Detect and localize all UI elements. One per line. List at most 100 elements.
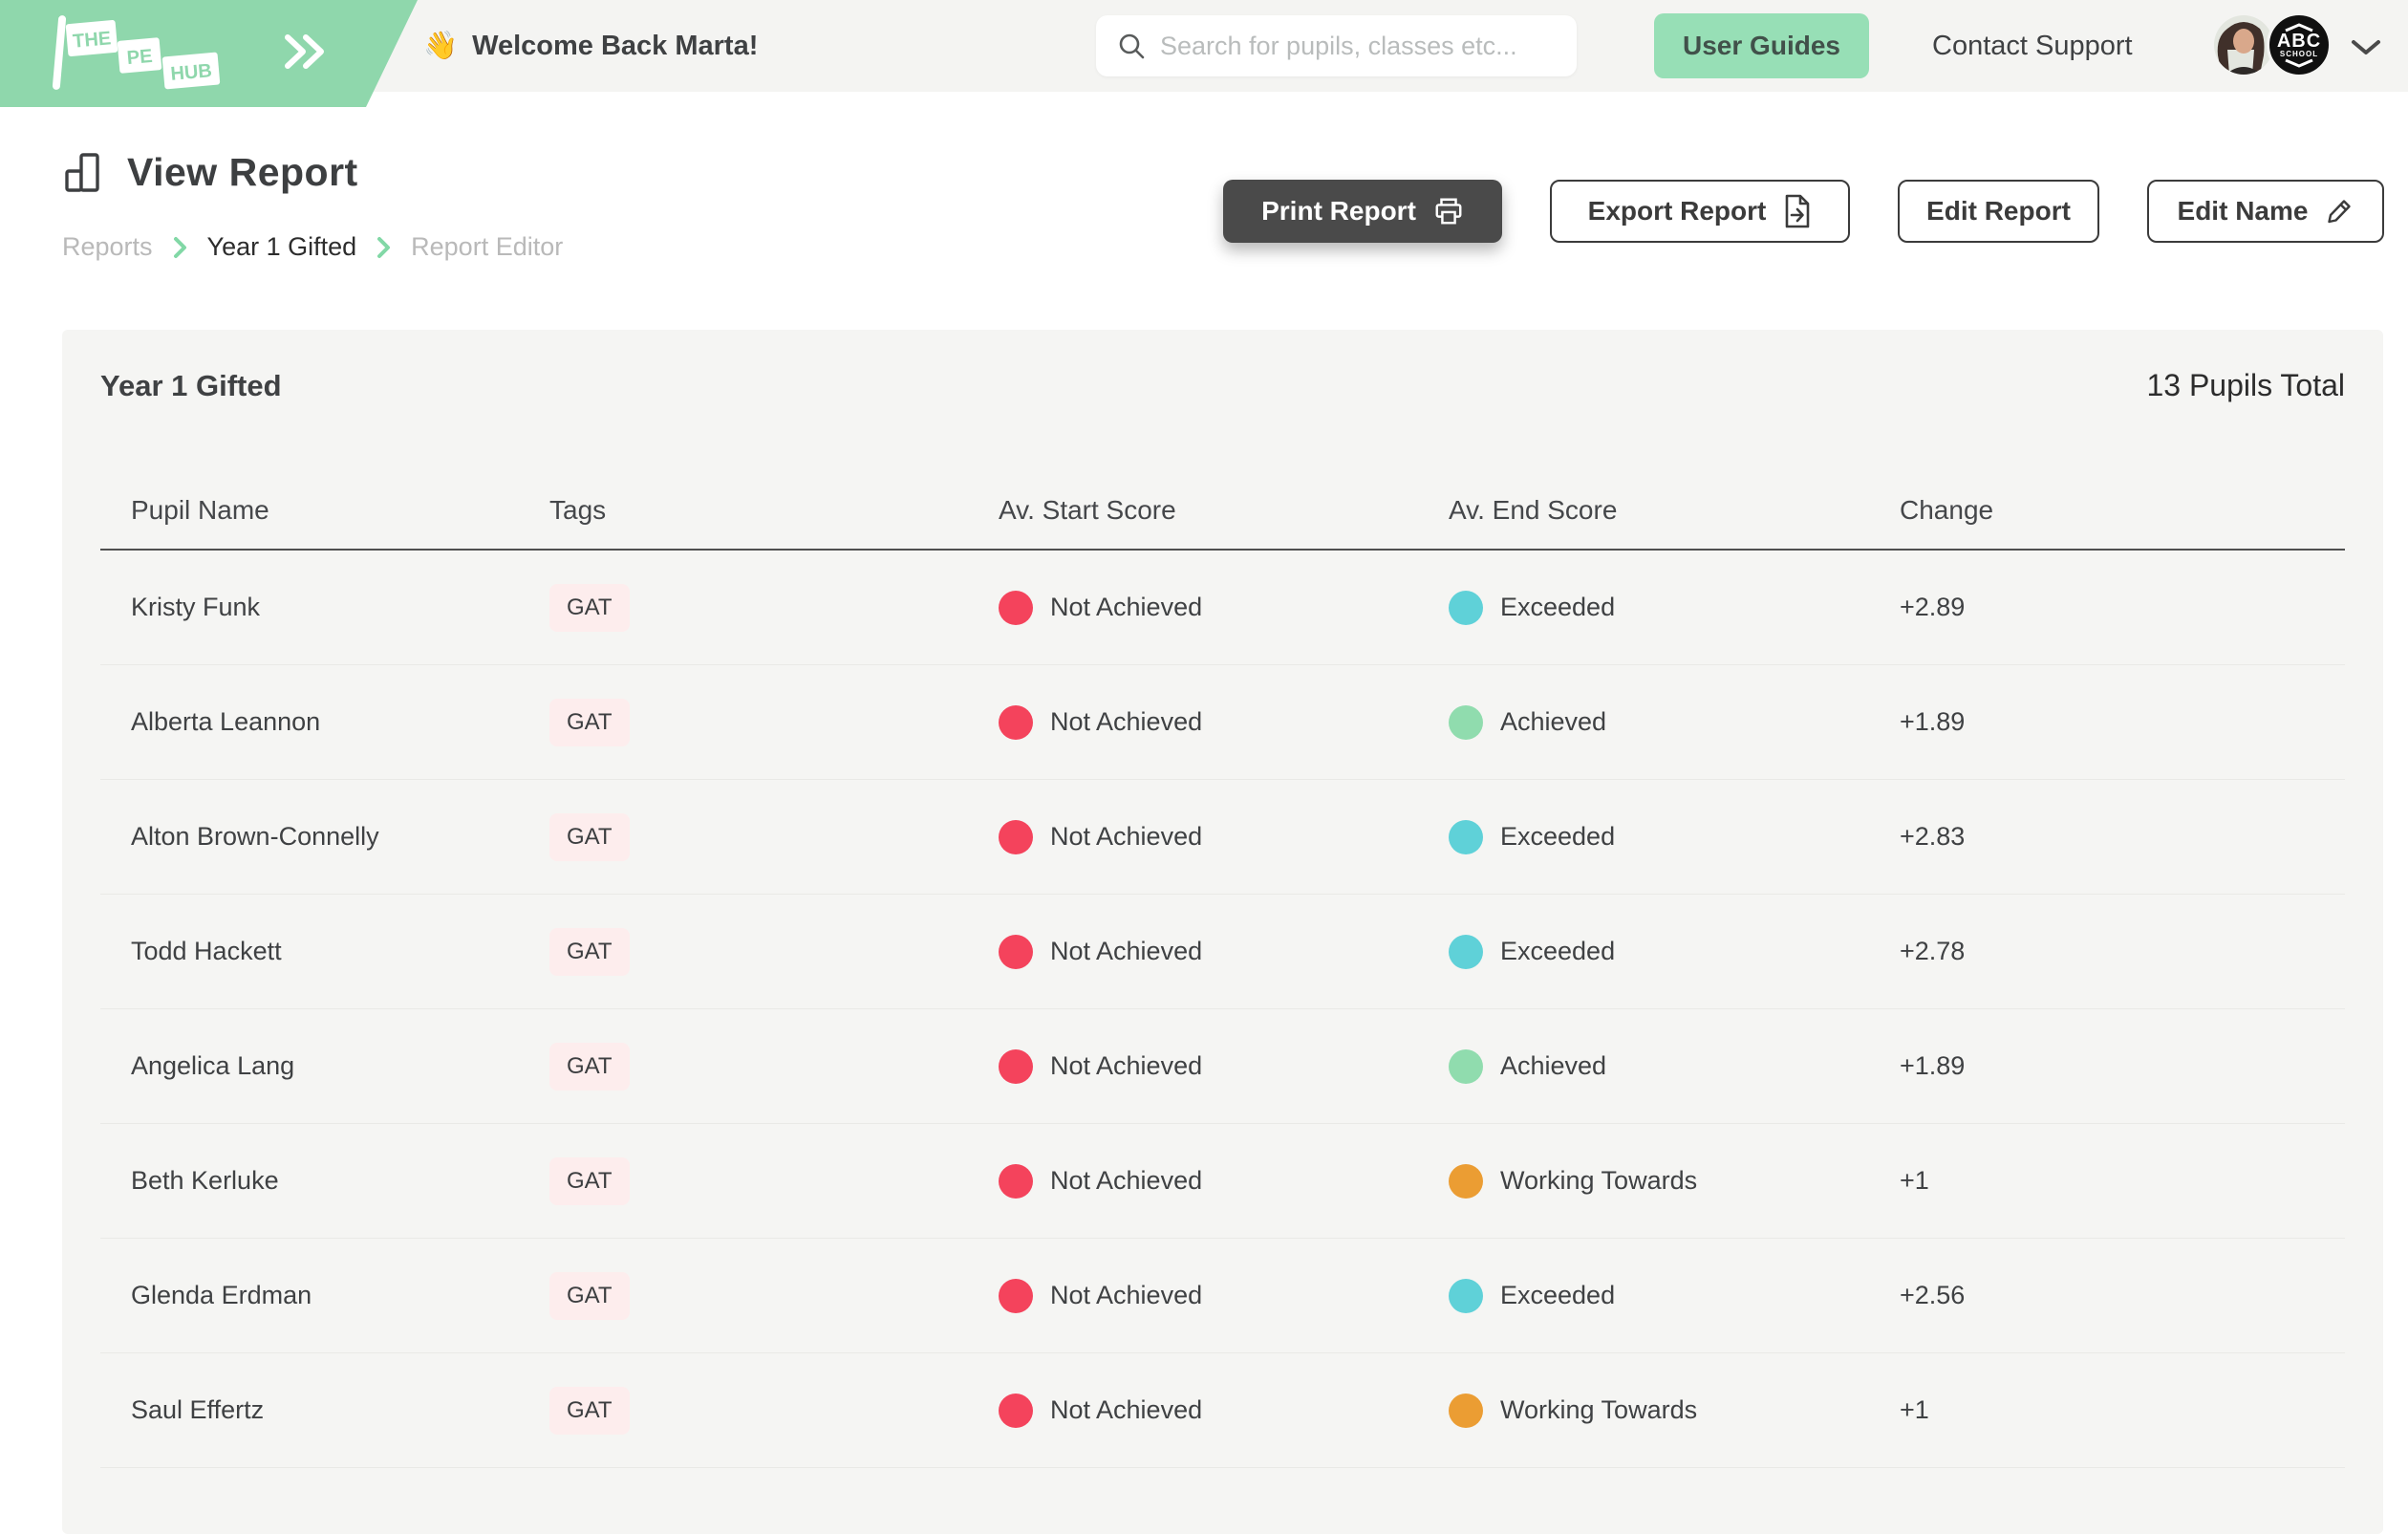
change-value: +2.78 — [1900, 937, 1966, 965]
start-score-dot — [999, 704, 1033, 740]
column-header-start-score: Av. Start Score — [999, 495, 1176, 525]
start-score-label: Not Achieved — [1050, 593, 1203, 621]
table-header-row: Pupil Name Tags Av. Start Score Av. End … — [100, 495, 2345, 551]
end-score-cell: Working Towards — [1449, 1163, 1900, 1199]
report-card-header: Year 1 Gifted 13 Pupils Total — [62, 330, 2383, 403]
start-score-label: Not Achieved — [1050, 1281, 1203, 1309]
pupil-name: Todd Hackett — [131, 937, 282, 965]
start-score-label: Not Achieved — [1050, 1051, 1203, 1080]
report-card: Year 1 Gifted 13 Pupils Total Pupil Name… — [62, 330, 2383, 1534]
start-score-label: Not Achieved — [1050, 1166, 1203, 1195]
export-report-button[interactable]: Export Report — [1550, 180, 1850, 243]
report-table-body: Kristy Funk GAT Not Achieved Exceeded +2… — [100, 551, 2345, 1468]
table-row[interactable]: Angelica Lang GAT Not Achieved Achieved … — [100, 1009, 2345, 1124]
table-row[interactable]: Alton Brown-Connelly GAT Not Achieved Ex… — [100, 780, 2345, 895]
start-score-dot — [999, 819, 1033, 854]
pupil-tags-cell: GAT — [549, 583, 999, 632]
pupil-tag: GAT — [549, 1271, 630, 1320]
school-badge-name: ABC — [2276, 30, 2322, 52]
pupil-name: Angelica Lang — [131, 1051, 295, 1080]
search-bar[interactable] — [1096, 15, 1577, 76]
contact-support-link[interactable]: Contact Support — [1932, 0, 2133, 92]
edit-name-button[interactable]: Edit Name — [2147, 180, 2384, 243]
end-score-dot — [1449, 704, 1483, 740]
brand-banner: THE PE HUB — [0, 0, 418, 107]
user-avatar[interactable] — [2214, 15, 2273, 75]
start-score-cell: Not Achieved — [999, 934, 1449, 969]
pupil-name: Alton Brown-Connelly — [131, 822, 379, 851]
breadcrumb-chevron-icon — [173, 236, 186, 258]
welcome-text: Welcome Back Marta! — [472, 30, 759, 61]
start-score-dot — [999, 934, 1033, 969]
search-input[interactable] — [1160, 31, 1556, 61]
export-report-label: Export Report — [1587, 196, 1767, 226]
pupil-name: Beth Kerluke — [131, 1166, 279, 1195]
table-row[interactable]: Todd Hackett GAT Not Achieved Exceeded +… — [100, 895, 2345, 1009]
pupil-name: Alberta Leannon — [131, 707, 321, 736]
pupil-name: Glenda Erdman — [131, 1281, 312, 1309]
change-value: +1.89 — [1900, 1051, 1966, 1080]
pupil-tag: GAT — [549, 698, 630, 746]
badge-chevron-down-icon — [2285, 58, 2313, 68]
table-row[interactable]: Saul Effertz GAT Not Achieved Working To… — [100, 1353, 2345, 1468]
column-header-change: Change — [1900, 495, 1994, 525]
start-score-label: Not Achieved — [1050, 937, 1203, 965]
breadcrumb: Reports Year 1 Gifted Report Editor — [62, 232, 563, 262]
table-row[interactable]: Glenda Erdman GAT Not Achieved Exceeded … — [100, 1239, 2345, 1353]
logo-word-the: THE — [72, 28, 112, 52]
table-row[interactable]: Beth Kerluke GAT Not Achieved Working To… — [100, 1124, 2345, 1239]
start-score-label: Not Achieved — [1050, 822, 1203, 851]
avatar-photo — [2214, 15, 2273, 75]
start-score-dot — [999, 590, 1033, 625]
start-score-dot — [999, 1163, 1033, 1199]
end-score-dot — [1449, 1278, 1483, 1313]
end-score-label: Exceeded — [1500, 822, 1616, 851]
account-menu-chevron-icon[interactable] — [2349, 37, 2383, 63]
start-score-dot — [999, 1048, 1033, 1084]
report-title: Year 1 Gifted — [100, 368, 282, 402]
pupil-tags-cell: GAT — [549, 698, 999, 746]
page-title: View Report — [127, 149, 358, 194]
edit-name-label: Edit Name — [2177, 196, 2309, 226]
breadcrumb-item-report-name[interactable]: Year 1 Gifted — [207, 232, 357, 262]
end-score-cell: Exceeded — [1449, 1278, 1900, 1313]
printer-icon — [1435, 198, 1462, 225]
end-score-dot — [1449, 934, 1483, 969]
welcome-message: 👋 Welcome Back Marta! — [423, 0, 758, 92]
logo-word-hub: HUB — [170, 60, 213, 85]
change-value: +2.83 — [1900, 822, 1966, 851]
pupil-tag: GAT — [549, 583, 630, 632]
end-score-label: Exceeded — [1500, 593, 1616, 621]
sidebar-expand-button[interactable] — [279, 31, 329, 73]
column-header-end-score: Av. End Score — [1449, 495, 1618, 525]
logo-word-pe: PE — [126, 46, 154, 69]
end-score-label: Achieved — [1500, 707, 1607, 736]
export-file-icon — [1786, 194, 1810, 228]
column-header-pupil-name: Pupil Name — [131, 495, 269, 525]
report-table: Pupil Name Tags Av. Start Score Av. End … — [100, 495, 2345, 1468]
school-badge-sub: SCHOOL — [2279, 49, 2319, 58]
change-value: +1.89 — [1900, 707, 1966, 736]
school-badge[interactable]: ABC SCHOOL — [2267, 12, 2332, 77]
start-score-cell: Not Achieved — [999, 819, 1449, 854]
pupil-tags-cell: GAT — [549, 1156, 999, 1205]
start-score-cell: Not Achieved — [999, 590, 1449, 625]
start-score-cell: Not Achieved — [999, 1048, 1449, 1084]
pupil-tag: GAT — [549, 1042, 630, 1091]
report-actions: Print Report Export Report Edit Report E… — [1223, 180, 2384, 243]
start-score-dot — [999, 1278, 1033, 1313]
pupil-tags-cell: GAT — [549, 812, 999, 861]
start-score-label: Not Achieved — [1050, 707, 1203, 736]
change-value: +2.89 — [1900, 593, 1966, 621]
end-score-label: Working Towards — [1500, 1166, 1698, 1195]
edit-report-button[interactable]: Edit Report — [1898, 180, 2099, 243]
edit-report-label: Edit Report — [1926, 196, 2071, 226]
table-row[interactable]: Kristy Funk GAT Not Achieved Exceeded +2… — [100, 551, 2345, 665]
table-row[interactable]: Alberta Leannon GAT Not Achieved Achieve… — [100, 665, 2345, 780]
user-guides-button[interactable]: User Guides — [1654, 13, 1869, 78]
print-report-button[interactable]: Print Report — [1223, 180, 1502, 243]
print-report-label: Print Report — [1261, 196, 1416, 226]
report-chart-icon — [65, 153, 99, 192]
pupils-total: 13 Pupils Total — [2146, 368, 2345, 402]
breadcrumb-item-reports[interactable]: Reports — [62, 232, 153, 262]
